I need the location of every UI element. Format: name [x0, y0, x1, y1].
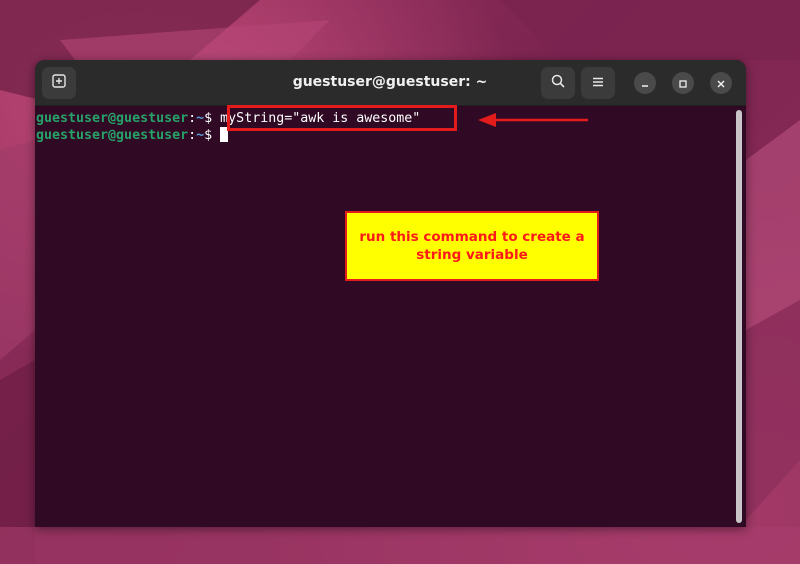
user-host: guestuser@guestuser — [36, 111, 189, 126]
new-tab-button[interactable] — [42, 67, 76, 99]
prompt-path: ~ — [196, 128, 205, 143]
prompt-symbol: $ — [204, 111, 213, 126]
hamburger-menu-icon — [591, 74, 605, 93]
title-bar: guestuser@guestuser: ~ — [35, 60, 746, 106]
maximize-icon — [678, 74, 688, 93]
close-button[interactable] — [710, 72, 732, 94]
prompt-separator: : — [188, 111, 197, 126]
user-host: guestuser@guestuser — [36, 128, 189, 143]
scrollbar[interactable] — [736, 110, 742, 523]
search-icon — [550, 73, 566, 93]
minimize-button[interactable] — [634, 72, 656, 94]
new-tab-icon — [51, 73, 67, 93]
menu-button[interactable] — [581, 67, 615, 99]
search-button[interactable] — [541, 67, 575, 99]
terminal-output[interactable]: guestuser@guestuser:~$ myString="awk is … — [35, 106, 735, 527]
close-icon — [716, 74, 726, 93]
command-highlight-box — [227, 105, 457, 131]
prompt-separator: : — [188, 128, 197, 143]
annotation-callout: run this command to create a string vari… — [345, 211, 599, 281]
annotation-arrow — [478, 112, 590, 132]
window-title: guestuser@guestuser: ~ — [292, 74, 488, 90]
minimize-icon — [640, 74, 650, 93]
prompt-symbol: $ — [204, 128, 213, 143]
maximize-button[interactable] — [672, 72, 694, 94]
prompt-path: ~ — [196, 111, 205, 126]
